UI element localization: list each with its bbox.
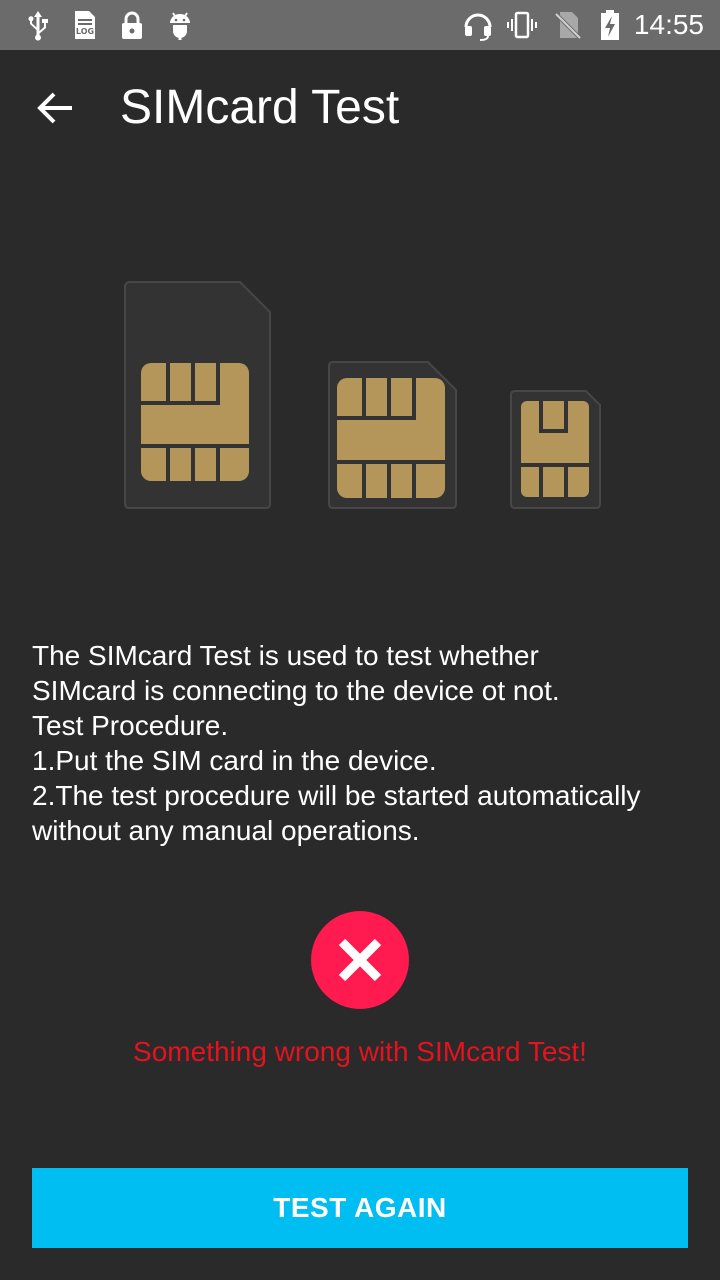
micro-sim-icon: [328, 361, 457, 509]
no-sim-icon: [554, 12, 582, 40]
android-debug-icon: [170, 12, 190, 40]
battery-charging-icon: [601, 10, 619, 40]
description-line: 2.The test procedure will be started aut…: [32, 780, 641, 811]
svg-text:LOG: LOG: [76, 27, 94, 36]
description-line: without any manual operations.: [32, 815, 420, 846]
error-message: Something wrong with SIMcard Test!: [133, 1036, 587, 1067]
log-icon: LOG: [75, 11, 95, 39]
error-x-icon: [311, 911, 409, 1009]
app-bar: SIMcard Test: [0, 50, 720, 162]
status-time: 14:55: [633, 9, 704, 40]
description-line: SIMcard is connecting to the device ot n…: [32, 675, 560, 706]
test-again-button[interactable]: TEST AGAIN: [32, 1168, 688, 1248]
lock-icon: [122, 11, 142, 39]
standard-sim-icon: [124, 281, 271, 509]
arrow-back-icon[interactable]: [30, 86, 82, 130]
usb-icon: [28, 11, 48, 41]
description-line: 1.Put the SIM card in the device.: [32, 745, 437, 776]
description-line: The SIMcard Test is used to test whether: [32, 640, 539, 671]
nano-sim-icon: [510, 390, 601, 509]
test-description: The SIMcard Test is used to test whether…: [32, 638, 702, 848]
status-bar: LOG 14:55: [0, 0, 720, 50]
sim-cards-illustration: [124, 281, 601, 509]
description-line: Test Procedure.: [32, 710, 229, 741]
vibrate-icon: [507, 11, 537, 39]
headset-icon: [464, 13, 492, 41]
page-title: SIMcard Test: [120, 81, 400, 134]
